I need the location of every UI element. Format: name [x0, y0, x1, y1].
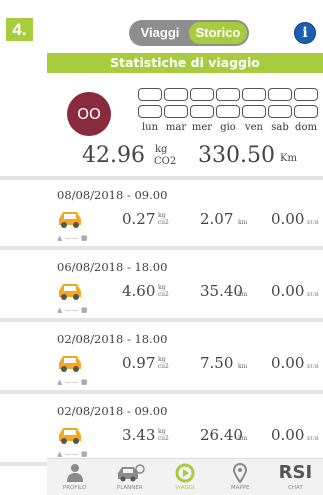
day-box — [268, 105, 292, 118]
car-icon — [57, 208, 83, 230]
nav-label: PROFILO — [62, 485, 87, 491]
trip-row[interactable]: 06/08/2018 - 18.00 ▲ —— ■ 4.60 kg co2 35.40 km… — [0, 252, 323, 322]
trip-km: 26.40 — [200, 426, 243, 444]
play-icon — [175, 462, 195, 483]
tab-storico[interactable]: Storico — [189, 22, 247, 44]
day-box — [216, 88, 240, 101]
day-box — [164, 105, 188, 118]
day-box — [294, 88, 318, 101]
car-icon — [57, 280, 83, 302]
day-label: lun — [141, 122, 159, 133]
day-label: mer — [191, 122, 213, 133]
trip-km-unit: km — [238, 219, 248, 226]
route-icon: ▲ —— ■ — [57, 234, 88, 242]
car-icon — [57, 424, 83, 446]
trip-eur-unit: EUR — [307, 220, 319, 226]
view-toggle[interactable]: Viaggi Storico — [129, 20, 249, 46]
bottom-nav: PROFILO PLANNER VIAGGI MAPPE RSI CHAT — [47, 458, 323, 495]
totals: 42.96 kg CO2 330.50 Km — [82, 143, 312, 171]
day-box — [190, 105, 214, 118]
person-icon — [66, 462, 84, 483]
route-icon: ▲ —— ■ — [57, 306, 88, 314]
nav-label: VIAGGI — [175, 485, 195, 491]
day-label: sab — [271, 122, 289, 133]
trip-date: 02/08/2018 - 09.00 — [57, 404, 168, 418]
day-label: mar — [165, 122, 187, 133]
nav-label: PLANNER — [116, 485, 143, 491]
trip-row[interactable]: 02/08/2018 - 09.00 ▲ —— ■ 3.43 kg co2 26.40 km… — [0, 396, 323, 466]
car-icon — [57, 352, 83, 374]
map-pin-icon — [233, 462, 248, 483]
day-label: gio — [220, 122, 236, 133]
trip-eur-unit: EUR — [307, 292, 319, 298]
trip-date: 02/08/2018 - 18.00 — [57, 332, 168, 346]
nav-label: CHAT — [288, 485, 303, 491]
day-label: dom — [295, 122, 317, 133]
day-box — [242, 105, 266, 118]
trip-co2-unit-sub: co2 — [158, 291, 169, 298]
car-planner-icon — [115, 462, 145, 483]
day-box — [216, 105, 240, 118]
route-icon: ▲ —— ■ — [57, 378, 88, 386]
trip-km-unit: km — [238, 291, 248, 298]
trip-co2: 0.27 — [122, 210, 156, 228]
nav-chat[interactable]: RSI CHAT — [268, 459, 323, 495]
trip-km: 7.50 — [200, 354, 234, 372]
nav-profilo[interactable]: PROFILO — [47, 459, 102, 495]
total-km-value: 330.50 — [198, 143, 275, 168]
trip-eur: 0.00 — [271, 426, 305, 444]
stats-title: Statistiche di viaggio — [47, 53, 323, 73]
tab-viaggi[interactable]: Viaggi — [131, 22, 189, 44]
nav-viaggi[interactable]: VIAGGI — [157, 459, 212, 495]
trip-row[interactable]: 02/08/2018 - 18.00 ▲ —— ■ 0.97 kg co2 7.50 km 0… — [0, 324, 323, 394]
rsi-logo: RSI — [278, 462, 313, 483]
trip-co2-unit-sub: co2 — [158, 363, 169, 370]
avatar[interactable]: OO — [67, 92, 111, 136]
trip-km-unit: km — [238, 363, 248, 370]
trip-co2: 3.43 — [122, 426, 156, 444]
nav-label: MAPPE — [230, 485, 250, 491]
trip-km: 35.40 — [200, 282, 243, 300]
day-box — [242, 88, 266, 101]
trip-km-unit: km — [238, 435, 248, 442]
day-box — [268, 88, 292, 101]
step-badge: 4. — [6, 18, 33, 41]
day-label: ven — [244, 122, 263, 133]
day-box — [190, 88, 214, 101]
trip-km: 2.07 — [200, 210, 234, 228]
trip-row[interactable]: 08/08/2018 - 09.00 ▲ —— ■ 0.27 kg co2 2.07 km 0… — [0, 180, 323, 250]
total-co2-value: 42.96 — [82, 143, 145, 168]
trip-co2: 4.60 — [122, 282, 156, 300]
total-co2-unit: kg — [155, 144, 168, 155]
info-icon[interactable]: i — [294, 22, 316, 44]
trip-eur-unit: EUR — [307, 436, 319, 442]
route-icon: ▲ —— ■ — [57, 450, 88, 458]
trip-eur: 0.00 — [271, 282, 305, 300]
nav-planner[interactable]: PLANNER — [102, 459, 157, 495]
total-co2-unit-sub: CO2 — [154, 156, 177, 167]
trip-eur: 0.00 — [271, 210, 305, 228]
trip-eur: 0.00 — [271, 354, 305, 372]
trip-date: 06/08/2018 - 18.00 — [57, 260, 168, 274]
trip-co2: 0.97 — [122, 354, 156, 372]
trip-eur-unit: EUR — [307, 364, 319, 370]
trip-date: 08/08/2018 - 09.00 — [57, 188, 168, 202]
week-calendar: lun mar mer gio ven sab dom — [137, 88, 319, 133]
trip-co2-unit-sub: co2 — [158, 219, 169, 226]
trip-co2-unit-sub: co2 — [158, 435, 169, 442]
day-box — [294, 105, 318, 118]
nav-mappe[interactable]: MAPPE — [213, 459, 268, 495]
day-box — [164, 88, 188, 101]
day-box — [138, 105, 162, 118]
day-box — [138, 88, 162, 101]
total-km-unit: Km — [280, 153, 297, 164]
